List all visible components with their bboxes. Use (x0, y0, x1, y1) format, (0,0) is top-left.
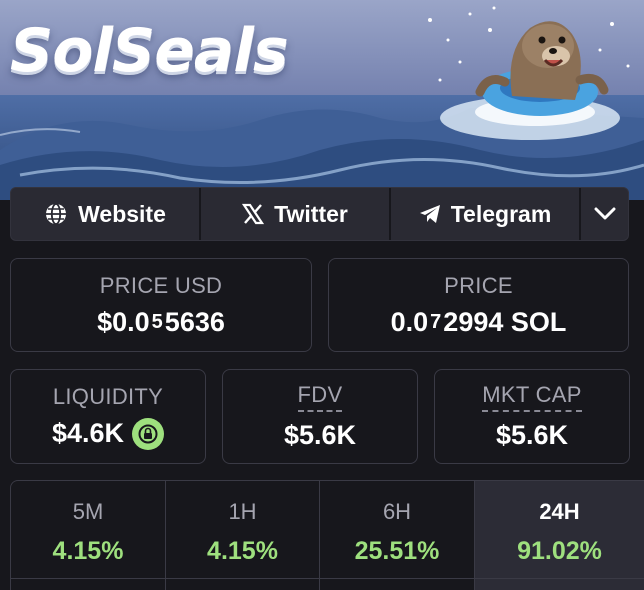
globe-icon (46, 203, 67, 225)
tab-1h[interactable]: 1H 4.15% (166, 481, 320, 590)
telegram-label: Telegram (450, 200, 552, 227)
liquidity-label: LIQUIDITY (52, 383, 164, 409)
lock-icon[interactable] (132, 417, 165, 450)
more-links-button[interactable] (581, 188, 628, 240)
price-native-prefix: 0.0 (390, 306, 429, 337)
tab-6h-change: 25.51% (354, 537, 440, 565)
liquidity-value: $4.6K (51, 418, 125, 448)
price-usd-value: $0.0 5 5636 (97, 307, 225, 338)
tab-24h[interactable]: 24H 91.02% (475, 481, 644, 590)
price-usd-prefix: $0.0 (97, 306, 150, 337)
fdv-value: $5.6K (283, 420, 357, 450)
price-native-value: 0.0 7 2994 SOL (391, 307, 567, 338)
liquidity-value-row: $4.6K (51, 417, 165, 450)
tabs-bottom-divider (10, 578, 644, 579)
mkt-cap-label[interactable]: MKT CAP (482, 382, 582, 412)
x-logo-icon (242, 203, 265, 225)
price-native-box: PRICE 0.0 7 2994 SOL (328, 258, 629, 352)
fdv-box: FDV $5.6K (222, 369, 418, 464)
price-native-label: PRICE (444, 272, 513, 298)
website-button[interactable]: Website (11, 188, 201, 240)
mkt-cap-box: MKT CAP $5.6K (434, 369, 630, 464)
tab-6h-label: 6H (382, 499, 412, 524)
tab-5m-label: 5M (72, 499, 104, 524)
telegram-plane-icon (419, 205, 440, 223)
tab-24h-change: 91.02% (517, 537, 602, 565)
website-label: Website (78, 200, 166, 227)
banner-logo-text: SolSeals (10, 16, 289, 86)
tab-6h[interactable]: 6H 25.51% (320, 481, 475, 590)
price-usd-zero-count: 5 (151, 310, 163, 333)
twitter-button[interactable]: Twitter (201, 188, 391, 240)
tab-1h-change: 4.15% (207, 537, 278, 565)
price-usd-box: PRICE USD $0.0 5 5636 (10, 258, 312, 352)
liquidity-box: LIQUIDITY $4.6K (10, 369, 206, 464)
tab-5m-change: 4.15% (52, 537, 124, 565)
token-banner: SolSeals (0, 0, 644, 200)
tab-24h-label: 24H (539, 499, 580, 524)
tab-5m[interactable]: 5M 4.15% (11, 481, 166, 590)
mkt-cap-value: $5.6K (495, 420, 569, 450)
fdv-label[interactable]: FDV (297, 382, 343, 412)
price-native-digits: 2994 SOL (443, 306, 567, 337)
twitter-label: Twitter (274, 200, 348, 227)
price-usd-label: PRICE USD (99, 272, 223, 298)
timeframe-tabs: 5M 4.15% 1H 4.15% 6H 25.51% 24H 91.02% (10, 480, 644, 590)
tab-1h-label: 1H (228, 499, 257, 524)
price-native-zero-count: 7 (430, 310, 442, 333)
chevron-down-icon (594, 207, 615, 220)
social-links-bar: Website Twitter Telegram (10, 187, 629, 241)
price-usd-digits: 5636 (164, 306, 225, 337)
telegram-button[interactable]: Telegram (391, 188, 581, 240)
